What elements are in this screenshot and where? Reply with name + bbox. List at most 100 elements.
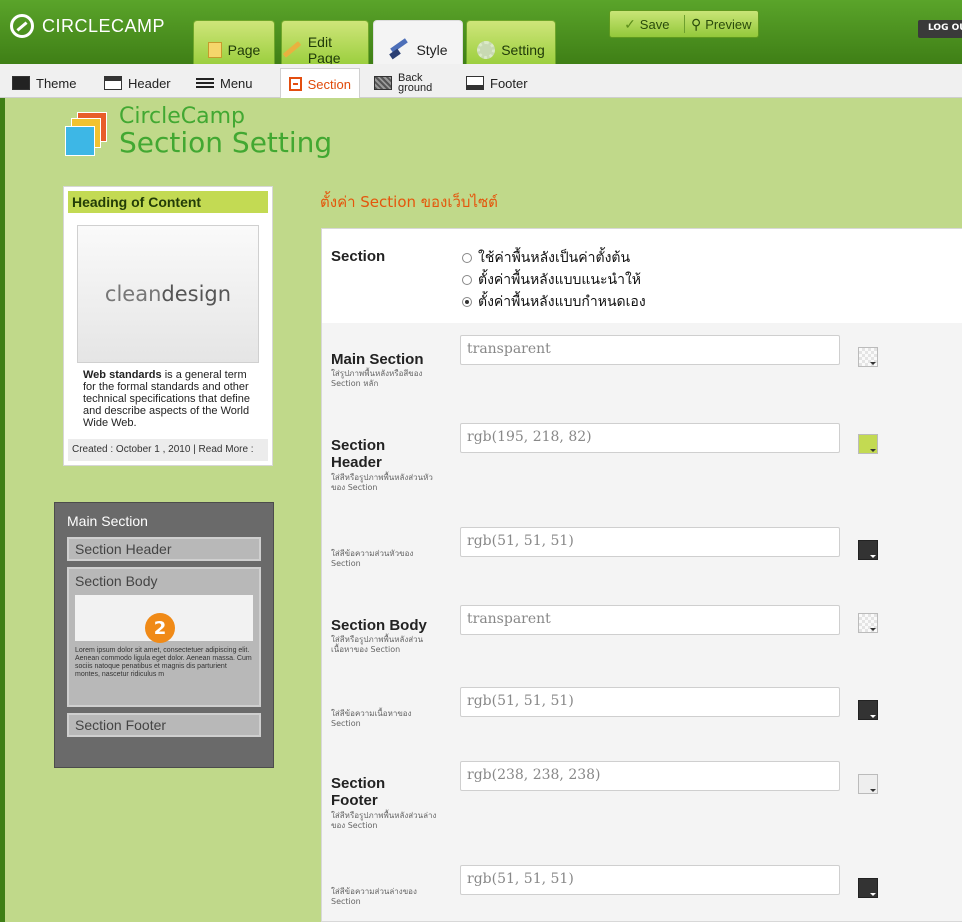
tab-edit-page[interactable]: Edit Page xyxy=(281,20,369,66)
radio-default-icon xyxy=(462,253,472,263)
save-preview-group: ✓ Save ⚲ Preview xyxy=(609,10,759,38)
radio-custom-label: ตั้งค่าพื้นหลังแบบกำหนดเอง xyxy=(478,294,646,310)
section-mode-label: Section xyxy=(331,248,386,265)
section-header-hint: ใส่สีหรือรูปภาพพื้นหลังส่วนหัวของ Sectio… xyxy=(331,473,433,492)
tab-setting[interactable]: Setting xyxy=(466,20,556,64)
subtab-footer[interactable]: Footer xyxy=(458,68,536,98)
preview-meta: Created : October 1 , 2010 | Read More : xyxy=(68,439,268,461)
check-icon: ✓ xyxy=(624,15,636,32)
tab-page[interactable]: Page xyxy=(193,20,275,64)
section-settings-heading: ตั้งค่า Section ของเว็บไซต์ xyxy=(320,193,498,211)
logo-mark-icon xyxy=(10,14,34,38)
diagram-section-body-title: Section Body xyxy=(75,573,158,589)
subtab-menu-label: Menu xyxy=(220,75,253,91)
section-footer-bg-input[interactable]: rgb(238, 238, 238) xyxy=(460,761,840,791)
subtab-theme[interactable]: Theme xyxy=(4,68,84,98)
subtab-theme-label: Theme xyxy=(36,75,77,91)
section-body-bg-input[interactable]: transparent xyxy=(460,605,840,635)
page-title-line-2: Section Setting xyxy=(119,126,333,159)
diagram-main-section: Main Section xyxy=(67,513,148,529)
style-icon xyxy=(388,41,410,59)
magnifier-icon: ⚲ xyxy=(690,15,702,32)
section-footer-text-swatch[interactable] xyxy=(858,878,878,898)
page-icon xyxy=(207,41,222,58)
page-title: CircleCamp Section Setting xyxy=(65,106,332,160)
section-header-text-hint: ใส่สีข้อความส่วนหัวของ Section xyxy=(331,549,414,568)
tab-style-label: Style xyxy=(416,41,448,58)
tab-edit-page-label: Edit Page xyxy=(307,33,341,66)
section-body-label: Section Body xyxy=(331,617,427,634)
subtab-header[interactable]: Header xyxy=(96,68,179,98)
preview-description: Web standards is a general term for the … xyxy=(68,363,268,429)
preview-image: clean design xyxy=(77,225,259,363)
preview-label: Preview xyxy=(705,16,752,32)
section-header-text-swatch[interactable] xyxy=(858,540,878,560)
section-footer-bg-swatch[interactable] xyxy=(858,774,878,794)
theme-icon xyxy=(12,76,30,90)
menu-icon xyxy=(196,76,214,90)
page-title-line-1: CircleCamp xyxy=(119,104,246,129)
section-header-text-input[interactable]: rgb(51, 51, 51) xyxy=(460,527,840,557)
main-section-label: Main Section xyxy=(331,351,424,368)
diagram-section-footer: Section Footer xyxy=(67,713,261,737)
section-icon xyxy=(289,77,302,91)
radio-recommended[interactable]: ตั้งค่าพื้นหลังแบบแนะนำให้ xyxy=(462,269,641,291)
tab-page-label: Page xyxy=(227,41,261,58)
footer-icon xyxy=(466,76,484,90)
main-section-color-swatch[interactable] xyxy=(858,347,878,367)
section-setting-icon xyxy=(65,112,109,160)
top-nav-bar: CIRCLECAMP Page Edit Page Style Setting … xyxy=(0,0,962,66)
section-header-bg-swatch[interactable] xyxy=(858,434,878,454)
main-section-hint: ใส่รูปภาพพื้นหลังหรือสีของ Section หลัก xyxy=(331,369,423,388)
radio-custom[interactable]: ตั้งค่าพื้นหลังแบบกำหนดเอง xyxy=(462,291,646,313)
diagram-lorem-text: Lorem ipsum dolor sit amet, consectetuer… xyxy=(75,647,252,678)
subtab-section[interactable]: Section xyxy=(280,68,360,99)
section-footer-hint: ใส่สีหรือรูปภาพพื้นหลังส่วนล่างของ Secti… xyxy=(331,811,437,830)
section-footer-text-hint: ใส่สีข้อความส่วนล่างของ Section xyxy=(331,887,417,906)
page-body: CircleCamp Section Setting Heading of Co… xyxy=(0,98,962,922)
preview-heading: Heading of Content xyxy=(68,191,268,213)
section-body-text-hint: ใส่สีข้อความเนื้อหาของ Section xyxy=(331,709,412,728)
subtab-header-label: Header xyxy=(128,75,171,91)
subtab-background-label: Back ground xyxy=(398,72,433,94)
background-mode-box: Section ใช้ค่าพื้นหลังเป็นค่าตั้งต้น ตั้… xyxy=(322,229,962,323)
radio-custom-icon xyxy=(462,297,472,307)
settings-panel: Section ใช้ค่าพื้นหลังเป็นค่าตั้งต้น ตั้… xyxy=(321,228,962,922)
step-badge-2: 2 xyxy=(145,613,175,643)
content-preview-card: Heading of Content clean design Web stand… xyxy=(63,186,273,466)
section-header-label: Section Header xyxy=(331,437,386,471)
section-body-hint: ใส่สีหรือรูปภาพพื้นหลังส่วนเนื้อหาของ Se… xyxy=(331,635,424,654)
brand-name: CIRCLECAMP xyxy=(42,15,166,36)
preview-desc-bold: Web standards xyxy=(83,369,162,381)
header-icon xyxy=(104,76,122,90)
subtab-section-label: Section xyxy=(307,76,351,92)
style-sub-nav: Theme Header Menu Section Back ground Fo… xyxy=(0,64,962,99)
section-header-bg-input[interactable]: rgb(195, 218, 82) xyxy=(460,423,840,453)
save-label: Save xyxy=(639,16,670,32)
radio-recommended-label: ตั้งค่าพื้นหลังแบบแนะนำให้ xyxy=(478,272,642,288)
preview-logo-text-1: clean xyxy=(104,282,162,306)
preview-logo-text-2: design xyxy=(161,282,232,306)
circlecamp-logo[interactable]: CIRCLECAMP xyxy=(10,14,165,38)
section-body-text-swatch[interactable] xyxy=(858,700,878,720)
tab-style[interactable]: Style xyxy=(373,20,463,64)
section-footer-label: Section Footer xyxy=(331,775,386,809)
tab-setting-label: Setting xyxy=(501,41,545,58)
background-icon xyxy=(374,76,392,90)
preview-button[interactable]: ⚲ Preview xyxy=(685,11,759,37)
main-section-color-input[interactable]: transparent xyxy=(460,335,840,365)
section-body-bg-swatch[interactable] xyxy=(858,613,878,633)
diagram-section-header: Section Header xyxy=(67,537,261,561)
logout-button[interactable]: LOG OU xyxy=(918,20,962,38)
pencil-icon xyxy=(282,41,302,58)
save-button[interactable]: ✓ Save xyxy=(610,11,684,37)
subtab-menu[interactable]: Menu xyxy=(188,68,261,98)
gear-icon xyxy=(477,40,496,59)
section-footer-text-input[interactable]: rgb(51, 51, 51) xyxy=(460,865,840,895)
subtab-footer-label: Footer xyxy=(490,75,528,91)
radio-recommended-icon xyxy=(462,275,472,285)
section-body-text-input[interactable]: rgb(51, 51, 51) xyxy=(460,687,840,717)
radio-default[interactable]: ใช้ค่าพื้นหลังเป็นค่าตั้งต้น xyxy=(462,247,630,269)
radio-default-label: ใช้ค่าพื้นหลังเป็นค่าตั้งต้น xyxy=(478,250,631,266)
subtab-background[interactable]: Back ground xyxy=(366,68,440,98)
